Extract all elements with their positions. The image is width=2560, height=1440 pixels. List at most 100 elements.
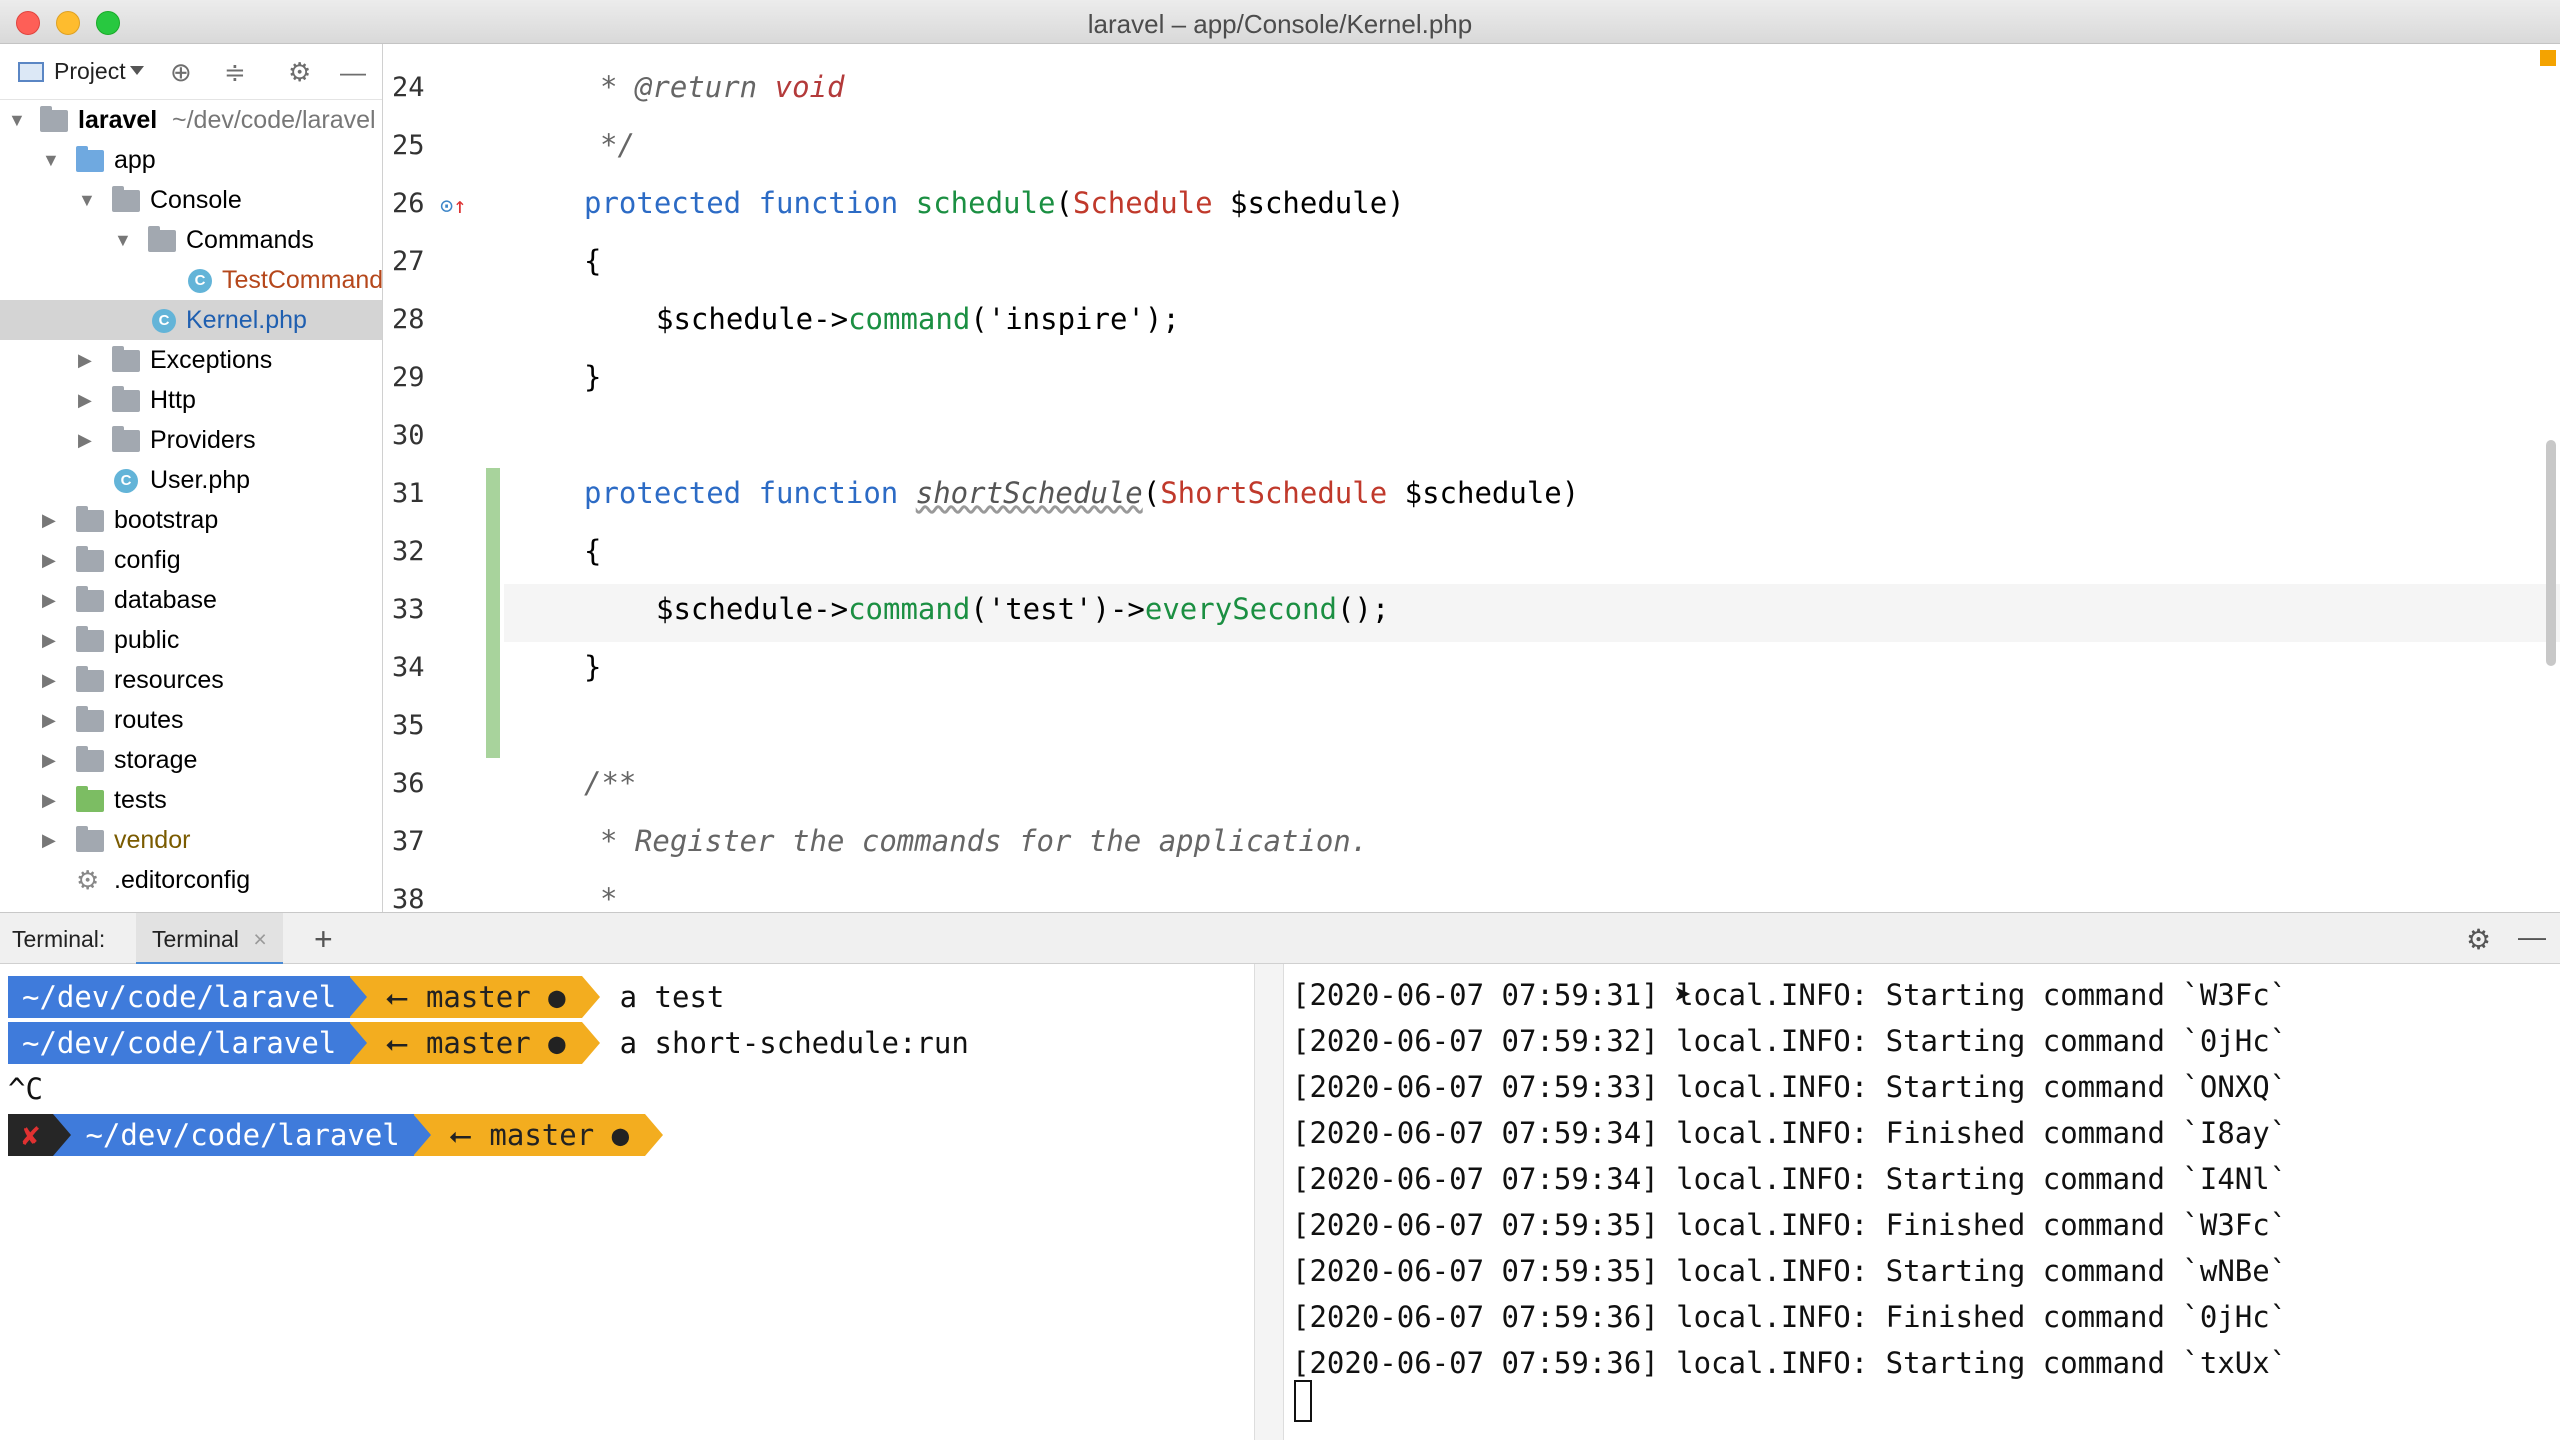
collapsed-arrow-icon[interactable]: ▶ [78, 380, 92, 420]
line-number: 38 [392, 884, 425, 912]
code-line-29: } [584, 360, 602, 394]
tree-item-app[interactable]: ▼ app [0, 140, 382, 180]
tree-item-user[interactable]: C User.php [0, 460, 382, 500]
locate-icon[interactable]: ⊕ [170, 58, 192, 86]
tree-item-storage[interactable]: ▶ storage [0, 740, 382, 780]
expanded-arrow-icon[interactable]: ▼ [42, 140, 60, 180]
code-line-24: * @return void [600, 70, 845, 104]
tree-item-tests[interactable]: ▶ tests [0, 780, 382, 820]
collapsed-arrow-icon[interactable]: ▶ [42, 780, 56, 820]
line-number: 31 [392, 478, 425, 509]
project-view-icon [18, 62, 44, 82]
tree-item-kernel[interactable]: C Kernel.php [0, 300, 382, 340]
line-number: 35 [392, 710, 425, 741]
code-line-32: { [584, 534, 602, 568]
hide-icon[interactable]: — [2518, 921, 2546, 953]
tree-item-label: storage [114, 746, 198, 774]
title-bar: laravel – app/Console/Kernel.php [0, 0, 2560, 44]
prompt-branch: ⭠ master ● [367, 976, 582, 1018]
terminal-split-divider[interactable] [1254, 964, 1284, 1440]
tree-item-routes[interactable]: ▶ routes [0, 700, 382, 740]
tree-item-console[interactable]: ▼ Console [0, 180, 382, 220]
source-folder-icon [76, 146, 104, 172]
tab-terminal[interactable]: Terminal × [136, 913, 283, 965]
new-terminal-button[interactable]: + [314, 921, 333, 958]
log-line: [2020-06-07 07:59:34] local.INFO: Finish… [1292, 1116, 2288, 1150]
hide-icon[interactable]: — [340, 58, 366, 86]
collapsed-arrow-icon[interactable]: ▶ [78, 420, 92, 460]
warning-marker[interactable] [2540, 50, 2556, 66]
collapsed-arrow-icon[interactable]: ▶ [42, 580, 56, 620]
terminal-pane-left[interactable]: ~/dev/code/laravel ⭠ master ● a test ~/dev… [0, 964, 1254, 1440]
expanded-arrow-icon[interactable]: ▼ [8, 100, 26, 140]
tree-item-label: tests [114, 786, 167, 814]
tree-item-label: config [114, 546, 181, 574]
collapsed-arrow-icon[interactable]: ▶ [42, 660, 56, 700]
tree-item-http[interactable]: ▶ Http [0, 380, 382, 420]
line-number: 29 [392, 362, 425, 393]
powerline-separator [581, 976, 600, 1018]
chevron-down-icon[interactable] [130, 66, 144, 75]
collapsed-arrow-icon[interactable]: ▶ [42, 620, 56, 660]
folder-icon [76, 666, 104, 692]
scrollbar-thumb[interactable] [2546, 440, 2556, 666]
tree-item-label: Commands [186, 226, 314, 254]
collapsed-arrow-icon[interactable]: ▶ [42, 820, 56, 860]
tree-item-providers[interactable]: ▶ Providers [0, 420, 382, 460]
code-line-34: } [584, 650, 602, 684]
vcs-change-marker[interactable] [486, 468, 500, 758]
code-line-25: */ [600, 128, 635, 162]
project-view-selector[interactable]: Project [54, 58, 126, 85]
folder-icon [112, 346, 140, 372]
prompt-line: ~/dev/code/laravel ⭠ master ● a test [8, 976, 724, 1018]
prompt-path: ~/dev/code/laravel [71, 1114, 414, 1156]
php-class-icon: C [152, 309, 176, 333]
collapsed-arrow-icon[interactable]: ▶ [42, 700, 56, 740]
tree-item-testcommand[interactable]: C TestCommand [0, 260, 383, 300]
tree-item-label: database [114, 586, 217, 614]
override-method-icon[interactable]: ⊙↑ [440, 194, 467, 219]
collapsed-arrow-icon[interactable]: ▶ [78, 340, 92, 380]
powerline-separator [645, 1114, 664, 1156]
powerline-separator [53, 1114, 72, 1156]
code-editor[interactable]: 24 25 26 27 28 29 30 31 32 33 34 35 36 3… [384, 44, 2560, 912]
tree-item-path: ~/dev/code/laravel [172, 106, 376, 134]
collapse-all-icon[interactable]: ≑ [224, 58, 246, 86]
line-number: 30 [392, 420, 425, 451]
collapsed-arrow-icon[interactable]: ▶ [42, 500, 56, 540]
expanded-arrow-icon[interactable]: ▼ [78, 180, 96, 220]
folder-icon [112, 186, 140, 212]
tree-item-config[interactable]: ▶ config [0, 540, 382, 580]
tree-item-commands[interactable]: ▼ Commands [0, 220, 382, 260]
folder-icon [76, 626, 104, 652]
tree-item-bootstrap[interactable]: ▶ bootstrap [0, 500, 382, 540]
tree-item-database[interactable]: ▶ database [0, 580, 382, 620]
code-line-28: $schedule->command('inspire'); [656, 302, 1180, 336]
tree-item-laravel[interactable]: ▼ laravel ~/dev/code/laravel [0, 100, 382, 140]
tree-item-label: TestCommand [222, 266, 383, 294]
code-line-38: * [600, 882, 618, 912]
php-class-icon: C [188, 269, 212, 293]
powerline-separator [349, 1022, 368, 1064]
code-line-37: * Register the commands for the applicat… [600, 824, 1369, 858]
gear-icon[interactable]: ⚙ [288, 58, 311, 86]
tree-item-public[interactable]: ▶ public [0, 620, 382, 660]
tree-item-exceptions[interactable]: ▶ Exceptions [0, 340, 382, 380]
log-line: [2020-06-07 07:59:34] local.INFO: Starti… [1292, 1162, 2288, 1196]
tree-item-label: Kernel.php [186, 306, 307, 334]
close-icon[interactable]: × [253, 926, 266, 952]
line-number: 25 [392, 130, 425, 161]
prompt-path: ~/dev/code/laravel [8, 1022, 351, 1064]
tree-item-resources[interactable]: ▶ resources [0, 660, 382, 700]
tree-item-label: Providers [150, 426, 256, 454]
tree-item-vendor[interactable]: ▶ vendor [0, 820, 382, 860]
terminal-pane-right[interactable]: [2020-06-07 07:59:31] local.INFO: Starti… [1284, 964, 2560, 1440]
tree-item-editorconfig[interactable]: ⚙ .editorconfig [0, 860, 382, 900]
log-line: [2020-06-07 07:59:36] local.INFO: Starti… [1292, 1346, 2288, 1380]
code-line-27: { [584, 244, 602, 278]
collapsed-arrow-icon[interactable]: ▶ [42, 540, 56, 580]
line-number: 27 [392, 246, 425, 277]
gear-icon[interactable]: ⚙ [2466, 923, 2491, 956]
collapsed-arrow-icon[interactable]: ▶ [42, 740, 56, 780]
expanded-arrow-icon[interactable]: ▼ [114, 220, 132, 260]
